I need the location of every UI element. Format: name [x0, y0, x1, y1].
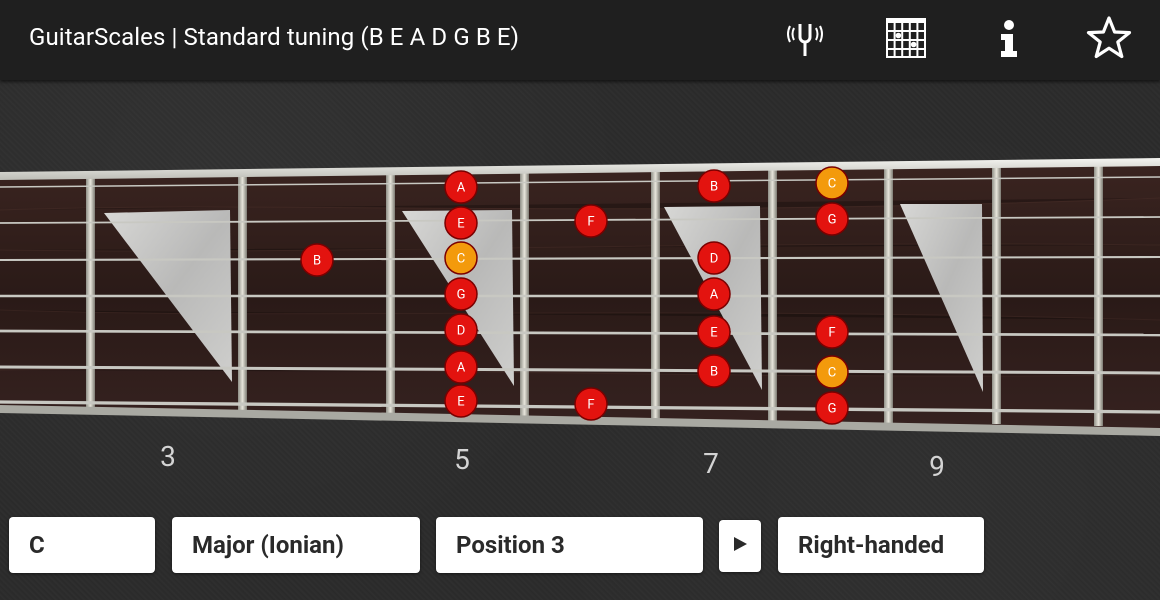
fret-number: 3	[160, 440, 176, 473]
note-label: D	[457, 324, 466, 339]
note-marker[interactable]: A	[444, 350, 478, 384]
note-label: G	[457, 288, 466, 303]
note-marker[interactable]: G	[815, 202, 849, 236]
note-marker[interactable]: F	[815, 315, 849, 349]
note-label: E	[457, 395, 464, 410]
note-marker[interactable]: G	[815, 391, 849, 425]
note-marker[interactable]: G	[444, 277, 478, 311]
info-button[interactable]	[980, 12, 1036, 68]
note-marker[interactable]: E	[444, 206, 478, 240]
note-label: E	[710, 326, 717, 341]
note-label: B	[710, 365, 718, 380]
root-note-marker[interactable]: C	[444, 241, 478, 275]
fret-number: 5	[454, 443, 470, 476]
note-label: F	[587, 215, 594, 230]
info-icon	[996, 16, 1020, 64]
note-label: E	[457, 217, 464, 232]
tuner-button[interactable]	[777, 12, 833, 68]
note-marker[interactable]: B	[300, 243, 334, 277]
play-button[interactable]	[719, 520, 761, 572]
note-marker[interactable]: E	[697, 315, 731, 349]
note-label: G	[828, 213, 837, 228]
chord-chart-button[interactable]	[878, 12, 934, 68]
app-title: GuitarScales | Standard tuning (B E A D …	[29, 23, 520, 51]
note-label: C	[828, 366, 836, 381]
favorite-button[interactable]	[1081, 12, 1137, 68]
note-label: F	[587, 398, 594, 413]
note-label: C	[828, 177, 836, 192]
note-label: D	[710, 252, 719, 267]
note-marker[interactable]: B	[697, 354, 731, 388]
note-marker[interactable]: A	[444, 170, 478, 204]
note-marker[interactable]: B	[697, 169, 731, 203]
note-marker[interactable]: A	[697, 277, 731, 311]
app-bar: GuitarScales | Standard tuning (B E A D …	[0, 0, 1160, 80]
root-note-marker[interactable]: C	[815, 166, 849, 200]
note-label: C	[457, 252, 465, 267]
note-marker[interactable]: F	[574, 387, 608, 421]
fret-number: 9	[929, 450, 945, 483]
note-label: A	[457, 181, 466, 196]
star-icon	[1086, 15, 1132, 65]
fret-number: 7	[703, 447, 719, 480]
note-label: A	[710, 288, 719, 303]
tuning-fork-icon	[783, 16, 827, 64]
scale-selector[interactable]: Major (Ionian)	[172, 517, 420, 573]
chord-grid-icon	[884, 16, 928, 64]
note-label: A	[457, 361, 466, 376]
root-note-marker[interactable]: C	[815, 355, 849, 389]
note-marker[interactable]: D	[697, 241, 731, 275]
note-label: F	[828, 326, 835, 341]
handedness-selector[interactable]: Right-handed	[778, 517, 984, 573]
note-label: B	[710, 180, 718, 195]
play-icon	[731, 535, 749, 557]
note-label: B	[313, 254, 321, 269]
key-selector[interactable]: C	[9, 517, 155, 573]
note-marker[interactable]: E	[444, 384, 478, 418]
position-selector[interactable]: Position 3	[436, 517, 703, 573]
note-label: G	[828, 402, 837, 417]
note-marker[interactable]: D	[444, 313, 478, 347]
note-marker[interactable]: F	[574, 204, 608, 238]
